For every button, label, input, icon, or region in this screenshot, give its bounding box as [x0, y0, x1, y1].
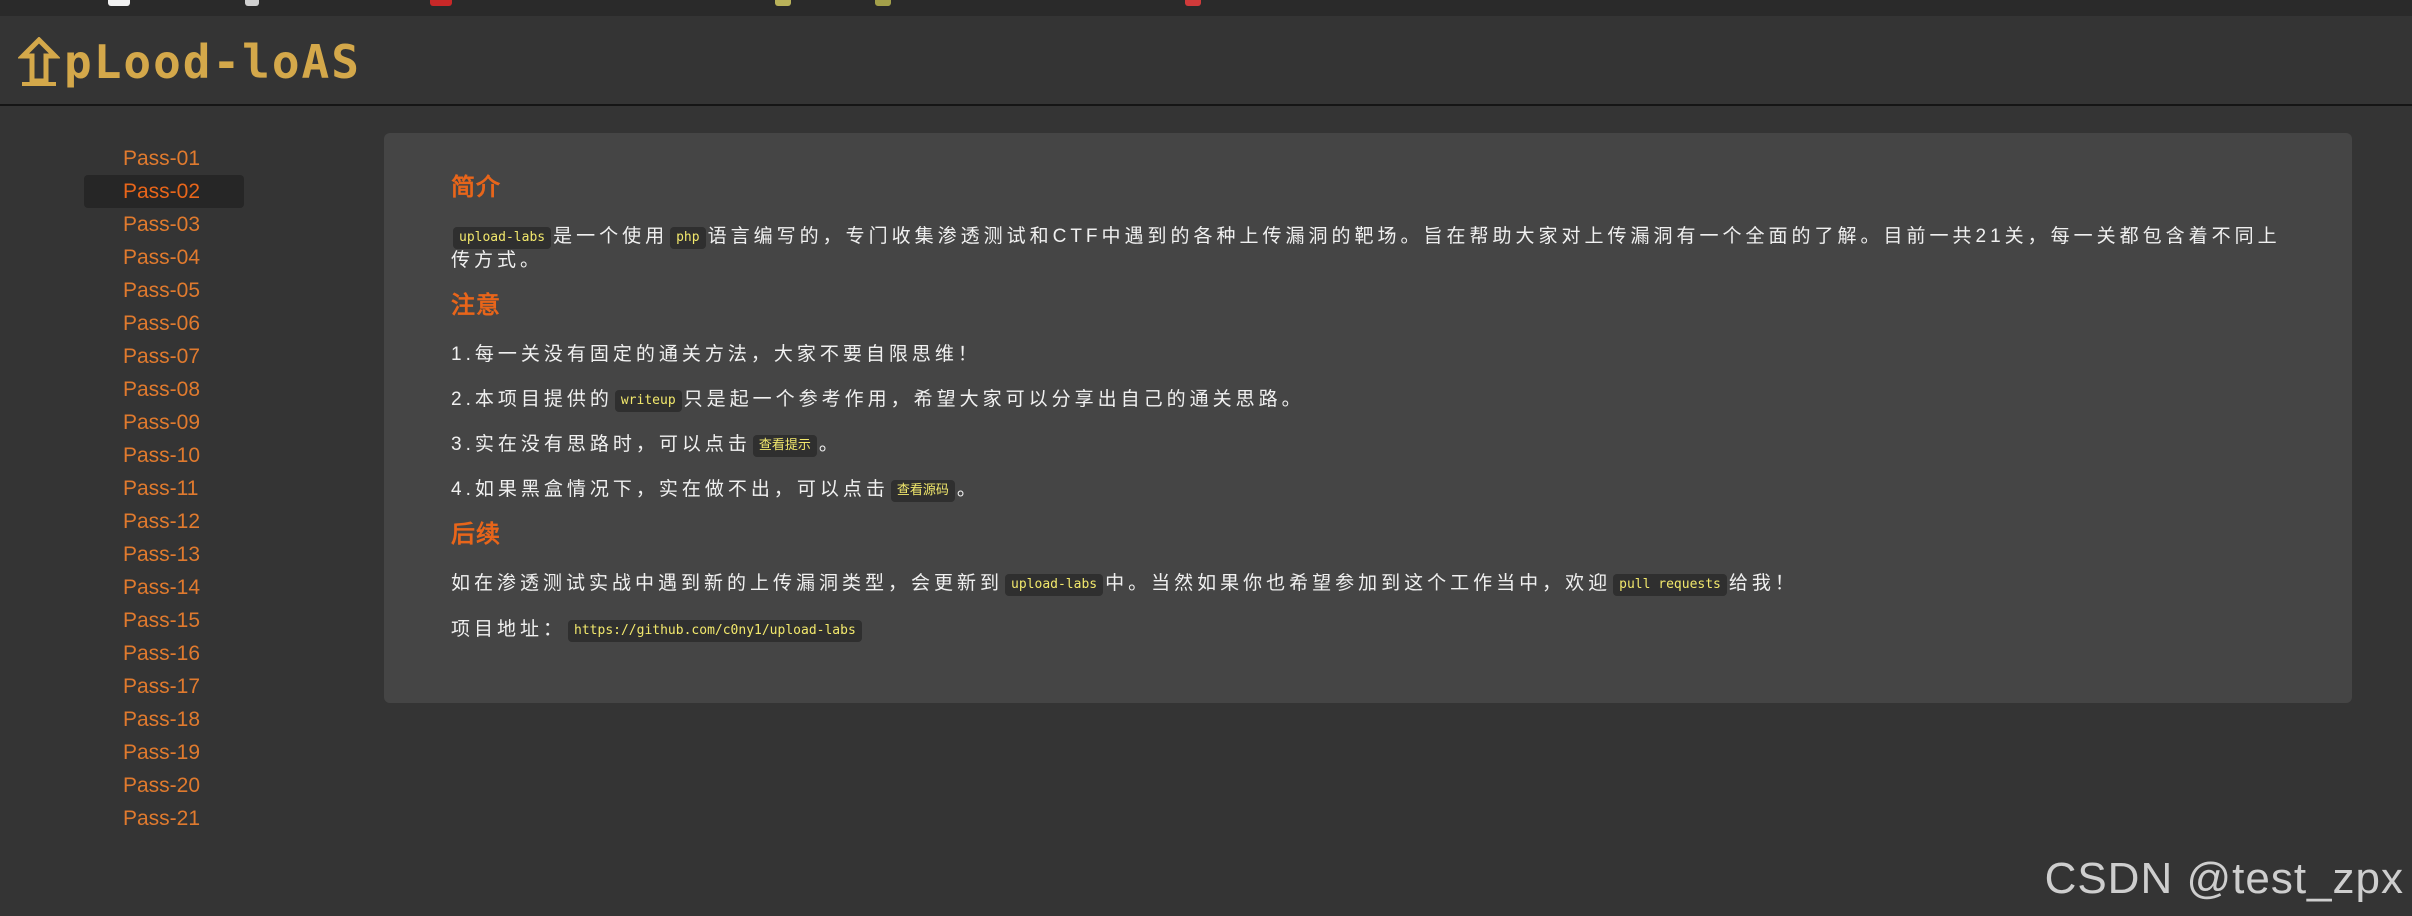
bookmark-icon[interactable] [875, 0, 891, 6]
sidebar-item-pass-07[interactable]: Pass-07 [84, 340, 244, 373]
sidebar-item-pass-16[interactable]: Pass-16 [84, 637, 244, 670]
sidebar-item-pass-05[interactable]: Pass-05 [84, 274, 244, 307]
notice-item-1: 1.每一关没有固定的通关方法，大家不要自限思维！ [451, 344, 981, 365]
level-sidebar: Pass-01 Pass-02 Pass-03 Pass-04 Pass-05 … [84, 142, 244, 835]
bookmark-icon[interactable] [430, 0, 452, 6]
browser-bookmark-strip [0, 0, 2412, 16]
project-address-label: 项目地址： [451, 619, 567, 640]
followup-text-1: 如在渗透测试实战中遇到新的上传漏洞类型，会更新到 [451, 573, 1004, 594]
notice-item-2-text-a: 2.本项目提供的 [451, 389, 613, 410]
code-tag-php: php [670, 227, 706, 249]
site-header: pLood-loAS [0, 16, 2412, 106]
sidebar-item-pass-17[interactable]: Pass-17 [84, 670, 244, 703]
bookmark-icon[interactable] [108, 0, 130, 6]
section-title-notice: 注意 [451, 292, 501, 319]
sidebar-item-pass-09[interactable]: Pass-09 [84, 406, 244, 439]
app-window: pLood-loAS Pass-01 Pass-02 Pass-03 Pass-… [0, 0, 2412, 916]
intro-text-2: 语言编写的，专门收集渗透测试和CTF中遇到的各种上传漏洞的靶场。旨在帮助大家对上… [451, 226, 2281, 271]
section-title-followup: 后续 [451, 521, 501, 548]
sidebar-item-pass-08[interactable]: Pass-08 [84, 373, 244, 406]
content-panel: 简介 upload-labs 是一个使用 php 语言编写的，专门收集渗透测试和CTF… [384, 133, 2352, 703]
project-url-link[interactable]: https://github.com/c0ny1/upload-labs [568, 620, 862, 642]
view-source-link[interactable]: 查看源码 [890, 480, 955, 502]
sidebar-item-pass-11[interactable]: Pass-11 [84, 472, 244, 505]
section-title-intro: 简介 [451, 174, 501, 201]
notice-item-4-text-b: 。 [956, 479, 980, 500]
sidebar-item-pass-06[interactable]: Pass-06 [84, 307, 244, 340]
intro-text-1: 是一个使用 [553, 226, 669, 247]
sidebar-item-pass-10[interactable]: Pass-10 [84, 439, 244, 472]
bookmark-icon[interactable] [775, 0, 791, 6]
sidebar-item-pass-04[interactable]: Pass-04 [84, 241, 244, 274]
upload-arrow-icon [18, 37, 60, 86]
project-address: 项目地址： https://github.com/c0ny1/upload-lab… [451, 618, 2291, 642]
sidebar-item-pass-18[interactable]: Pass-18 [84, 703, 244, 736]
notice-item-3-text-b: 。 [818, 434, 842, 455]
sidebar-item-pass-01[interactable]: Pass-01 [84, 142, 244, 175]
code-tag-writeup: writeup [614, 390, 682, 412]
sidebar-item-pass-21[interactable]: Pass-21 [84, 802, 244, 835]
logo-text: pLood-loAS [64, 35, 361, 89]
code-tag-pull-requests: pull requests [1613, 574, 1727, 596]
bookmark-icon[interactable] [245, 0, 259, 6]
followup-text-3: 给我！ [1728, 573, 1798, 594]
notice-item-3: 3.实在没有思路时，可以点击 查看提示。 [451, 433, 2291, 457]
sidebar-item-pass-20[interactable]: Pass-20 [84, 769, 244, 802]
sidebar-item-pass-15[interactable]: Pass-15 [84, 604, 244, 637]
bookmark-icon[interactable] [1185, 0, 1201, 6]
code-tag-upload-labs: upload-labs [453, 227, 552, 249]
notice-item-4-text-a: 4.如果黑盒情况下，实在做不出，可以点击 [451, 479, 889, 500]
sidebar-item-pass-14[interactable]: Pass-14 [84, 571, 244, 604]
notice-item-4: 4.如果黑盒情况下，实在做不出，可以点击 查看源码。 [451, 478, 2291, 502]
followup-text-2: 中。当然如果你也希望参加到这个工作当中，欢迎 [1105, 573, 1612, 594]
followup-paragraph: 如在渗透测试实战中遇到新的上传漏洞类型，会更新到 upload-labs 中。当然如… [451, 572, 2291, 596]
view-hint-link[interactable]: 查看提示 [752, 435, 817, 457]
sidebar-item-pass-19[interactable]: Pass-19 [84, 736, 244, 769]
watermark: CSDN @test_zpx [2044, 854, 2404, 903]
notice-item-2: 2.本项目提供的 writeup 只是起一个参考作用，希望大家可以分享出自己的通关思… [451, 388, 2291, 412]
site-logo[interactable]: pLood-loAS [18, 32, 361, 92]
sidebar-item-pass-02[interactable]: Pass-02 [84, 175, 244, 208]
sidebar-item-pass-03[interactable]: Pass-03 [84, 208, 244, 241]
intro-paragraph: upload-labs 是一个使用 php 语言编写的，专门收集渗透测试和CTF中遇到… [451, 225, 2291, 273]
sidebar-item-pass-13[interactable]: Pass-13 [84, 538, 244, 571]
sidebar-item-pass-12[interactable]: Pass-12 [84, 505, 244, 538]
notice-item-2-text-b: 只是起一个参考作用，希望大家可以分享出自己的通关思路。 [683, 389, 1305, 410]
code-tag-upload-labs: upload-labs [1005, 574, 1104, 596]
notice-item-3-text-a: 3.实在没有思路时，可以点击 [451, 434, 751, 455]
content-body: 简介 upload-labs 是一个使用 php 语言编写的，专门收集渗透测试和CTF… [451, 173, 2291, 642]
